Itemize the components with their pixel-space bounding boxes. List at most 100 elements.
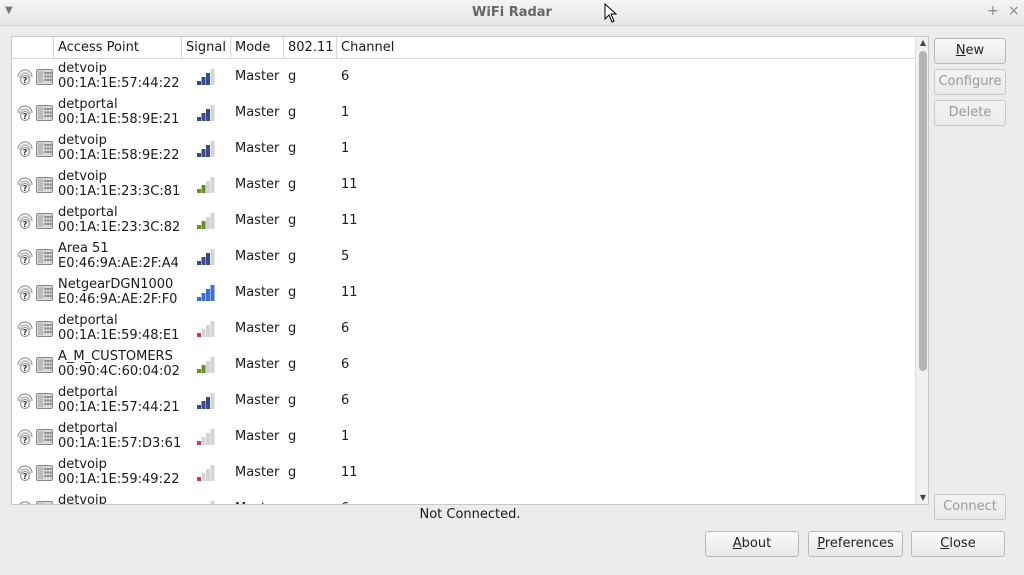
signal-bar: [201, 149, 206, 157]
table-row[interactable]: ? detvoip Master g 6: [12, 491, 915, 505]
access-point-cell: detvoip: [58, 493, 107, 505]
ssid-label: detportal: [58, 385, 118, 400]
new-button-rest: ew: [965, 43, 985, 58]
channel-cell: 6: [341, 357, 350, 372]
signal-bar: [210, 465, 215, 481]
new-button-accel: N: [955, 43, 966, 58]
mode-cell: Master: [235, 213, 280, 228]
standard-cell: g: [288, 393, 297, 408]
mode-cell: Master: [235, 357, 280, 372]
access-point-cell: detportal 00:1A:1E:23:3C:82: [58, 205, 180, 235]
mac-address-label: 00:90:4C:60:04:02: [58, 364, 180, 379]
signal-bar: [206, 289, 210, 301]
mac-address-label: E0:46:9A:AE:2F:A4: [58, 256, 179, 271]
preferences-button[interactable]: Preferences: [808, 531, 903, 557]
connect-button[interactable]: Connect: [934, 494, 1006, 520]
signal-bar: [197, 225, 201, 229]
svg-text:?: ?: [23, 436, 28, 445]
mac-address-label: 00:1A:1E:59:49:22: [58, 472, 180, 487]
phone-icon: [36, 105, 53, 121]
table-row[interactable]: ? NetgearDGN1000 E0:46:9A:AE:2F:F0 Master g 1…: [12, 275, 915, 311]
access-point-cell: detvoip 00:1A:1E:58:9E:22: [58, 133, 179, 163]
mode-cell: Master: [235, 105, 280, 120]
scroll-up-icon[interactable]: ▲: [916, 37, 928, 49]
wifi-unknown-icon: ?: [17, 69, 33, 85]
access-point-cell: detvoip 00:1A:1E:59:49:22: [58, 457, 180, 487]
table-row[interactable]: ? detvoip 00:1A:1E:59:49:22 Master g 11: [12, 455, 915, 491]
phone-icon: [36, 249, 53, 265]
access-point-cell: A_M_CUSTOMERS 00:90:4C:60:04:02: [58, 349, 180, 379]
signal-strength-icon: [197, 393, 215, 409]
configure-button[interactable]: Configure: [934, 69, 1006, 95]
channel-cell: 11: [341, 285, 358, 300]
delete-button[interactable]: Delete: [934, 100, 1006, 126]
mac-address-label: 00:1A:1E:59:48:E1: [58, 328, 180, 343]
column-header-80211[interactable]: 802.11: [284, 37, 337, 59]
signal-bar: [197, 153, 201, 157]
column-header-icons[interactable]: [12, 37, 54, 59]
phone-icon: [36, 213, 53, 229]
signal-bar: [206, 361, 210, 373]
ssid-label: A_M_CUSTOMERS: [58, 349, 173, 364]
access-point-cell: NetgearDGN1000 E0:46:9A:AE:2F:F0: [58, 277, 177, 307]
table-row[interactable]: ? detvoip 00:1A:1E:58:9E:22 Master g 1: [12, 131, 915, 167]
ssid-label: detvoip: [58, 169, 107, 184]
phone-icon: [36, 141, 53, 157]
table-row[interactable]: ? detportal 00:1A:1E:58:9E:21 Master g 1: [12, 95, 915, 131]
title-bar: ▼ WiFi Radar + ×: [0, 0, 1024, 26]
access-point-cell: detportal 00:1A:1E:59:48:E1: [58, 313, 179, 343]
access-point-list[interactable]: Access Point Signal Mode 802.11 Channel …: [11, 36, 929, 505]
signal-bar: [210, 69, 215, 85]
mode-cell: Master: [235, 465, 280, 480]
vertical-scrollbar[interactable]: ▲ ▼: [915, 37, 928, 504]
signal-bar: [201, 77, 206, 85]
channel-cell: 6: [341, 393, 350, 408]
signal-bar: [197, 189, 201, 193]
preferences-button-accel: P: [817, 536, 825, 551]
table-row[interactable]: ? detportal 00:1A:1E:59:48:E1 Master g 6: [12, 311, 915, 347]
signal-strength-icon: [210, 501, 215, 504]
signal-bar: [210, 249, 215, 265]
table-row[interactable]: ? detvoip 00:1A:1E:23:3C:81 Master g 11: [12, 167, 915, 203]
preferences-button-rest: references: [824, 536, 894, 551]
mac-address-label: 00:1A:1E:58:9E:22: [58, 148, 180, 163]
mode-cell: Master: [235, 69, 280, 84]
signal-bar: [201, 401, 206, 409]
row-icons: ?: [16, 68, 56, 86]
close-button-accel: C: [940, 536, 950, 551]
column-header-mode[interactable]: Mode: [231, 37, 284, 59]
ssid-label: Area 51: [58, 241, 109, 256]
column-header-signal[interactable]: Signal: [182, 37, 231, 59]
mode-cell: Master: [235, 285, 280, 300]
access-point-cell: detportal 00:1A:1E:57:D3:61: [58, 421, 181, 451]
maximize-icon[interactable]: +: [987, 4, 999, 18]
mouse-cursor-icon: [604, 3, 618, 23]
new-button[interactable]: New: [934, 38, 1006, 64]
row-icons: ?: [16, 500, 56, 504]
table-row[interactable]: ? detvoip 00:1A:1E:57:44:22 Master g 6: [12, 59, 915, 95]
signal-strength-icon: [197, 429, 215, 445]
close-window-icon[interactable]: ×: [1008, 4, 1020, 18]
table-row[interactable]: ? Area 51 E0:46:9A:AE:2F:A4 Master g 5: [12, 239, 915, 275]
signal-bar: [197, 369, 201, 373]
about-button[interactable]: About: [705, 531, 799, 557]
svg-text:?: ?: [23, 400, 28, 409]
table-row[interactable]: ? detportal 00:1A:1E:57:D3:61 Master g 1: [12, 419, 915, 455]
row-icons: ?: [16, 248, 56, 266]
scroll-down-icon[interactable]: ▼: [916, 492, 928, 504]
channel-cell: 11: [341, 465, 358, 480]
row-icons: ?: [16, 104, 56, 122]
svg-text:?: ?: [23, 256, 28, 265]
table-row[interactable]: ? A_M_CUSTOMERS 00:90:4C:60:04:02 Master g 6: [12, 347, 915, 383]
scrollbar-thumb[interactable]: [919, 51, 927, 371]
column-header-access-point[interactable]: Access Point: [54, 37, 182, 59]
mode-cell: Master: [235, 249, 280, 264]
standard-cell: g: [288, 429, 297, 444]
ssid-label: detvoip: [58, 493, 107, 505]
column-header-channel[interactable]: Channel: [337, 37, 407, 59]
signal-bar: [197, 477, 201, 481]
table-row[interactable]: ? detportal 00:1A:1E:23:3C:82 Master g 11: [12, 203, 915, 239]
wifi-unknown-icon: ?: [17, 141, 33, 157]
close-button[interactable]: Close: [911, 531, 1005, 557]
table-row[interactable]: ? detportal 00:1A:1E:57:44:21 Master g 6: [12, 383, 915, 419]
